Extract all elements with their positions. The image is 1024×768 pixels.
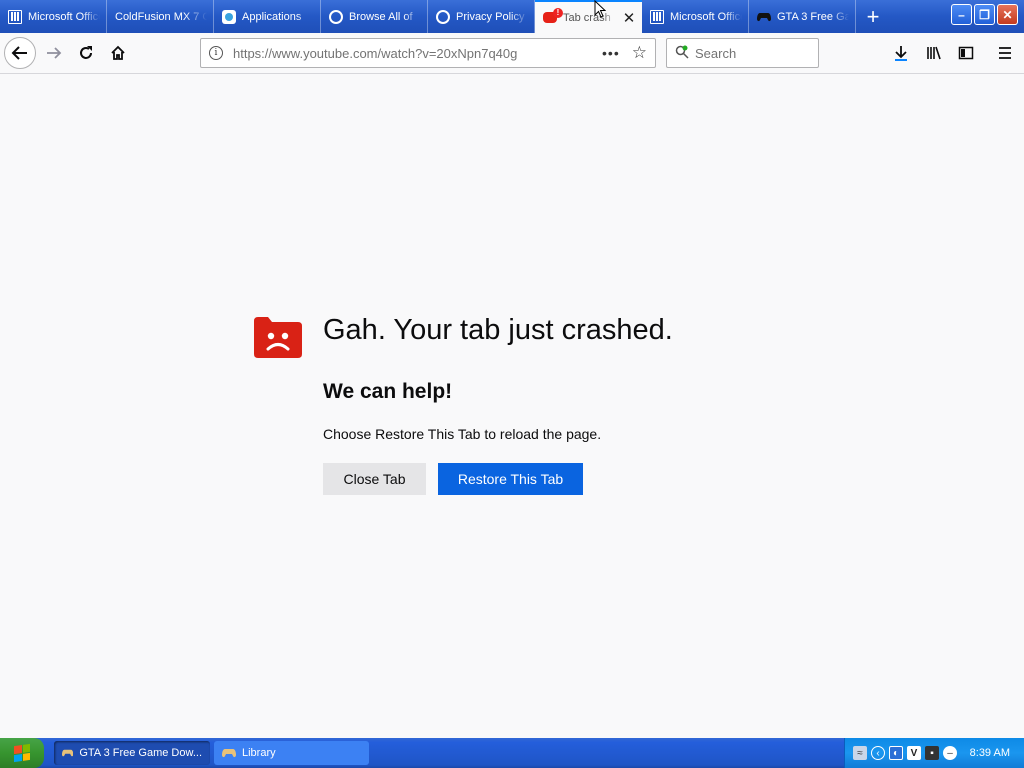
- gamepad-icon: [757, 10, 771, 24]
- system-tray: ≈ ‹ ◐ V ▪ – 8:39 AM: [844, 738, 1024, 768]
- clock: 8:39 AM: [969, 747, 1010, 759]
- google-icon: [436, 9, 450, 24]
- app-icon: [222, 9, 236, 24]
- page-title: Gah. Your tab just crashed.: [323, 314, 673, 346]
- window-close-button[interactable]: ✕: [997, 4, 1018, 25]
- bookmark-star-icon[interactable]: ☆: [632, 43, 647, 63]
- close-tab-button[interactable]: Close Tab: [323, 463, 426, 495]
- menu-button[interactable]: [990, 38, 1020, 68]
- search-input[interactable]: Search: [666, 38, 819, 68]
- taskbar-item-label: Library: [242, 747, 276, 759]
- crash-page: Gah. Your tab just crashed. We can help!…: [0, 74, 1024, 738]
- windows-logo-icon: [14, 743, 30, 763]
- tab-label: Microsoft Office: [670, 10, 742, 23]
- back-arrow-icon: [11, 46, 27, 60]
- tab-label: Tab crash: [563, 11, 611, 24]
- museum-icon: [650, 9, 664, 24]
- forward-arrow-icon: [47, 47, 62, 59]
- tab-browse-all[interactable]: Browse All of: [321, 0, 428, 33]
- power-icon[interactable]: –: [943, 746, 957, 760]
- antivirus-icon[interactable]: V: [907, 746, 921, 760]
- page-description: Choose Restore This Tab to reload the pa…: [323, 426, 602, 442]
- url-text[interactable]: https://www.youtube.com/watch?v=20xNpn7q…: [233, 46, 602, 61]
- search-placeholder: Search: [695, 45, 737, 61]
- library-button[interactable]: [919, 38, 949, 68]
- tab-label: Privacy Policy: [456, 10, 525, 23]
- tray-expand-icon[interactable]: ‹: [871, 746, 885, 760]
- security-icon[interactable]: ◐: [889, 746, 903, 760]
- tab-privacy-policy[interactable]: Privacy Policy: [428, 0, 535, 33]
- sidebar-button[interactable]: [951, 38, 981, 68]
- start-button[interactable]: [0, 738, 44, 768]
- mouse-cursor-icon: [594, 0, 606, 18]
- back-button[interactable]: [4, 37, 36, 69]
- reload-button[interactable]: [71, 38, 101, 68]
- download-icon: [895, 46, 907, 61]
- volume-icon[interactable]: ▪: [925, 746, 939, 760]
- window-controls: – ❐ ✕: [951, 4, 1018, 25]
- forward-button[interactable]: [39, 38, 69, 68]
- gamepad-icon: [222, 749, 236, 758]
- hamburger-menu-icon: [999, 47, 1011, 59]
- tab-microsoft-office-2[interactable]: Microsoft Office: [642, 0, 749, 33]
- reload-icon: [80, 46, 92, 59]
- search-icon: [675, 45, 689, 62]
- tab-label: Microsoft Office: [28, 10, 100, 23]
- page-subtitle: We can help!: [323, 380, 453, 403]
- taskbar-item-gta3[interactable]: GTA 3 Free Game Dow...: [54, 741, 210, 765]
- google-icon: [329, 9, 343, 24]
- tab-gta3[interactable]: GTA 3 Free Game: [749, 0, 856, 33]
- tab-label: Applications: [242, 10, 302, 23]
- tab-label: ColdFusion MX 7 Guide: [115, 10, 207, 23]
- tab-label: Browse All of: [349, 10, 413, 23]
- tab-close-icon[interactable]: ✕: [622, 9, 636, 27]
- taskbar: GTA 3 Free Game Dow... Library ≈ ‹ ◐ V ▪…: [0, 738, 1024, 768]
- sad-tab-icon: [254, 317, 302, 358]
- restore-tab-button[interactable]: Restore This Tab: [438, 463, 583, 495]
- sidebar-icon: [958, 46, 974, 60]
- downloads-button[interactable]: [886, 38, 916, 68]
- home-button[interactable]: [103, 38, 133, 68]
- tab-applications[interactable]: Applications: [214, 0, 321, 33]
- taskbar-item-label: GTA 3 Free Game Dow...: [79, 747, 202, 759]
- url-bar[interactable]: i https://www.youtube.com/watch?v=20xNpn…: [200, 38, 656, 68]
- site-info-icon[interactable]: i: [209, 46, 223, 60]
- home-icon: [111, 45, 125, 60]
- library-icon: [927, 46, 941, 60]
- taskbar-item-library[interactable]: Library: [214, 741, 369, 765]
- network-icon[interactable]: ≈: [853, 746, 867, 760]
- youtube-crash-icon: [543, 8, 563, 23]
- new-tab-button[interactable]: +: [856, 0, 890, 33]
- tab-microsoft-office-1[interactable]: Microsoft Office: [0, 0, 107, 33]
- tab-label: GTA 3 Free Game: [777, 10, 849, 23]
- page-actions-menu[interactable]: •••: [602, 45, 620, 61]
- tab-coldfusion[interactable]: ColdFusion MX 7 Guide: [107, 0, 214, 33]
- navigation-toolbar: i https://www.youtube.com/watch?v=20xNpn…: [0, 33, 1024, 74]
- minimize-button[interactable]: –: [951, 4, 972, 25]
- maximize-button[interactable]: ❐: [974, 4, 995, 25]
- tab-crashed[interactable]: Tab crash ✕: [535, 0, 642, 33]
- tab-strip: Microsoft Office ColdFusion MX 7 Guide A…: [0, 0, 1024, 33]
- gamepad-icon: [62, 749, 74, 757]
- museum-icon: [8, 9, 22, 24]
